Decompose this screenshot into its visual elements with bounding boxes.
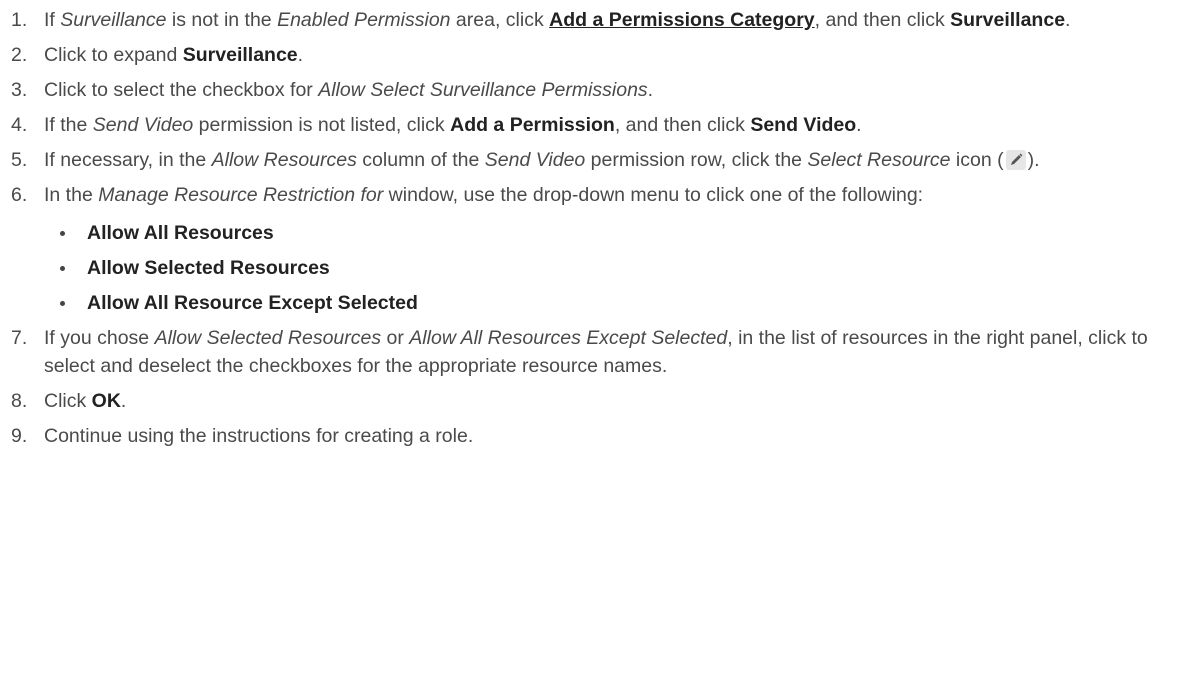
bullet-icon xyxy=(60,301,65,306)
option-item: Allow All Resources xyxy=(44,219,1191,247)
pencil-icon xyxy=(1005,150,1026,170)
step-number: 9. xyxy=(11,425,28,447)
step-text: Click to expand Surveillance. xyxy=(44,44,303,66)
step-text: If necessary, in the Allow Resources col… xyxy=(44,149,1040,171)
ui-term: Send Video xyxy=(92,114,194,136)
step-text: Click to select the checkbox for Allow S… xyxy=(44,79,653,101)
step-text-run: window, use the drop-down menu to click … xyxy=(383,184,924,206)
ui-term: Surveillance xyxy=(60,9,167,31)
step-text-run: If you chose xyxy=(44,327,155,349)
step-text-run: column of the xyxy=(356,149,485,171)
step-text-run: ). xyxy=(1027,149,1040,171)
step-text-run: permission row, click the xyxy=(585,149,808,171)
step-text-run: . xyxy=(120,390,127,412)
step-text-run: , and then click xyxy=(614,114,751,136)
step-number: 6. xyxy=(11,184,28,206)
step-text-run: or xyxy=(381,327,410,349)
bullet-icon xyxy=(60,266,65,271)
step-text: In the Manage Resource Restriction for w… xyxy=(44,184,923,206)
step-text-run: . xyxy=(297,44,304,66)
option-item: Allow Selected Resources xyxy=(44,254,1191,282)
step-text-run: . xyxy=(1065,9,1071,31)
option-label: Allow Selected Resources xyxy=(87,257,330,279)
step-text-run: Click to expand xyxy=(44,44,183,66)
option-label: Allow All Resource Except Selected xyxy=(87,292,418,314)
step-text: If you chose Allow Selected Resources or… xyxy=(44,327,1148,377)
step-text: Continue using the instructions for crea… xyxy=(44,425,473,447)
step-text-run: If xyxy=(44,9,61,31)
step-number: 2. xyxy=(11,44,28,66)
instructions-document: 1. If Surveillance is not in the Enabled … xyxy=(0,0,1201,692)
step-text: If Surveillance is not in the Enabled Pe… xyxy=(44,9,1070,31)
ui-term: Select Resource xyxy=(807,149,951,171)
step-item: 6. In the Manage Resource Restriction for… xyxy=(0,181,1201,317)
step-text-run: , and then click xyxy=(814,9,951,31)
step-number: 7. xyxy=(11,327,28,349)
step-text: If the Send Video permission is not list… xyxy=(44,114,862,136)
ui-term: Send Video xyxy=(484,149,586,171)
ui-element-label: Add a Permission xyxy=(450,114,615,136)
ui-term: Allow Resources xyxy=(211,149,357,171)
step-item: 5. If necessary, in the Allow Resources c… xyxy=(0,146,1201,174)
step-text-run: Click xyxy=(44,390,92,412)
ui-element-label: OK xyxy=(91,390,121,412)
step-number: 8. xyxy=(11,390,28,412)
step-item: 7. If you chose Allow Selected Resources … xyxy=(0,324,1201,380)
step-number: 5. xyxy=(11,149,28,171)
step-text-run: area, click xyxy=(450,9,550,31)
step-text: Click OK. xyxy=(44,390,126,412)
step-item: 3. Click to select the checkbox for Allow… xyxy=(0,76,1201,104)
step-number: 3. xyxy=(11,79,28,101)
step-text-run: Click to select the checkbox for xyxy=(44,79,319,101)
step-text-run: . xyxy=(856,114,862,136)
step-number: 1. xyxy=(11,9,28,31)
ui-term: Enabled Permission xyxy=(277,9,451,31)
step-text-run: permission is not listed, click xyxy=(193,114,451,136)
ui-term: Allow All Resources Except Selected xyxy=(409,327,728,349)
step-item: 4. If the Send Video permission is not li… xyxy=(0,111,1201,139)
ui-element-label: Surveillance xyxy=(182,44,298,66)
link-text: Add a Permissions Category xyxy=(549,9,815,31)
steps-list: 1. If Surveillance is not in the Enabled … xyxy=(0,6,1201,450)
step-text-run: Continue using the instructions for crea… xyxy=(44,425,474,447)
step-text-run: If the xyxy=(44,114,93,136)
ui-term: Manage Resource Restriction for xyxy=(98,184,384,206)
step-text-run: . xyxy=(647,79,654,101)
ui-element-label: Send Video xyxy=(750,114,857,136)
step-item: 8. Click OK. xyxy=(0,387,1201,415)
bullet-icon xyxy=(60,231,65,236)
ui-element-label: Surveillance xyxy=(950,9,1066,31)
step-number: 4. xyxy=(11,114,28,136)
ui-term: Allow Selected Resources xyxy=(154,327,382,349)
option-list: Allow All Resources Allow Selected Resour… xyxy=(44,219,1191,317)
step-item: 9. Continue using the instructions for cr… xyxy=(0,422,1201,450)
option-item: Allow All Resource Except Selected xyxy=(44,289,1191,317)
step-text-run: icon ( xyxy=(950,149,1004,171)
step-text-run: If necessary, in the xyxy=(44,149,212,171)
step-text-run: is not in the xyxy=(166,9,278,31)
option-label: Allow All Resources xyxy=(87,222,274,244)
step-text-run: In the xyxy=(44,184,99,206)
step-item: 2. Click to expand Surveillance. xyxy=(0,41,1201,69)
ui-term: Allow Select Surveillance Permissions xyxy=(318,79,648,101)
step-item: 1. If Surveillance is not in the Enabled … xyxy=(0,6,1201,34)
